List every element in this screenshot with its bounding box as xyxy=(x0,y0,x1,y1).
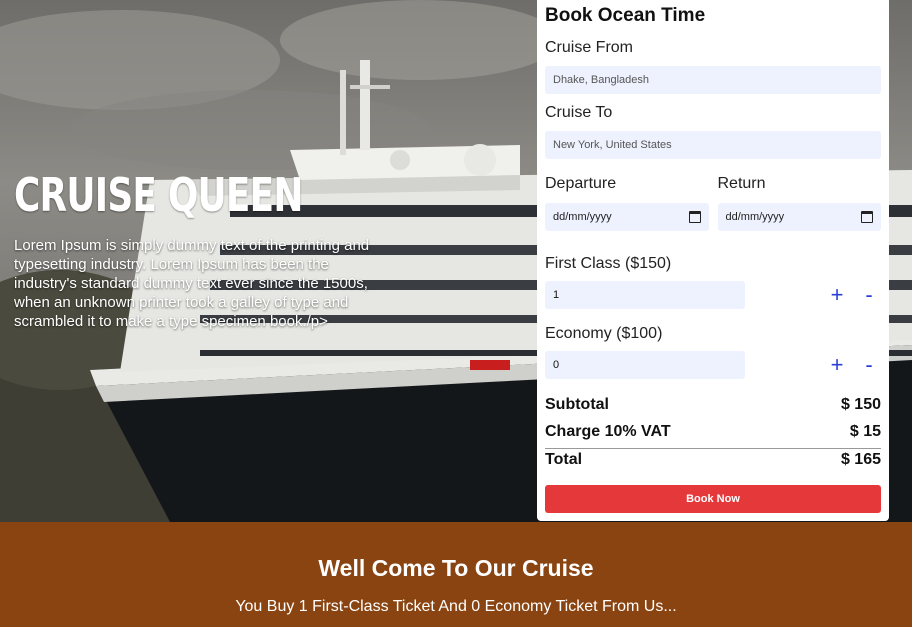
hero-description: Lorem Ipsum is simply dummy text of the … xyxy=(14,237,370,330)
date-row: Departure dd/mm/yyyy Return dd/mm/yyyy xyxy=(545,174,881,231)
return-date-input[interactable]: dd/mm/yyyy xyxy=(717,203,881,231)
welcome-subtitle: You Buy 1 First-Class Ticket And 0 Econo… xyxy=(235,598,677,615)
first-class-quantity-input[interactable]: 1 xyxy=(545,281,745,309)
departure-group: Departure dd/mm/yyyy xyxy=(545,174,709,231)
economy-quantity-input[interactable]: 0 xyxy=(545,351,745,379)
cruise-from-input[interactable]: Dhake, Bangladesh xyxy=(545,66,881,94)
economy-minus-button[interactable]: - xyxy=(857,354,881,376)
total-row: Total $ 165 xyxy=(545,450,881,470)
first-class-row: 1 + - xyxy=(545,281,881,309)
hero-text-block: CRUISE QUEEN Lorem Ipsum is simply dummy… xyxy=(14,168,374,331)
return-group: Return dd/mm/yyyy xyxy=(717,174,881,231)
economy-label: Economy ($100) xyxy=(545,325,663,342)
first-class-minus-button[interactable]: - xyxy=(857,284,881,306)
departure-date-placeholder: dd/mm/yyyy xyxy=(553,211,612,223)
cruise-to-input[interactable]: New York, United States xyxy=(545,131,881,159)
calendar-icon[interactable] xyxy=(861,211,873,223)
economy-plus-button[interactable]: + xyxy=(825,354,849,376)
cruise-from-label: Cruise From xyxy=(545,39,634,56)
total-label: Total xyxy=(545,451,583,468)
welcome-title: Well Come To Our Cruise xyxy=(318,555,594,581)
total-divider xyxy=(545,448,881,449)
economy-row: 0 + - xyxy=(545,351,881,379)
departure-label: Departure xyxy=(545,175,617,192)
total-value: $ 165 xyxy=(840,451,881,468)
departure-date-input[interactable]: dd/mm/yyyy xyxy=(545,203,709,231)
first-class-label: First Class ($150) xyxy=(545,255,672,272)
first-class-plus-button[interactable]: + xyxy=(825,284,849,306)
cruise-to-label: Cruise To xyxy=(545,104,613,121)
return-date-placeholder: dd/mm/yyyy xyxy=(725,211,785,223)
booking-title: Book Ocean Time xyxy=(545,5,706,26)
subtotal-label: Subtotal xyxy=(545,396,609,413)
book-now-button[interactable]: Book Now xyxy=(545,485,881,513)
booking-card: Book Ocean Time Cruise From Dhake, Bangl… xyxy=(537,0,889,521)
vat-label: Charge 10% VAT xyxy=(545,423,671,440)
calendar-icon[interactable] xyxy=(688,211,701,223)
subtotal-row: Subtotal $ 150 xyxy=(545,395,881,415)
hero-title: CRUISE QUEEN xyxy=(14,168,303,222)
subtotal-value: $ 150 xyxy=(840,396,881,413)
vat-value: $ 15 xyxy=(849,423,881,440)
welcome-section: Well Come To Our Cruise You Buy 1 First-… xyxy=(0,522,912,627)
vat-row: Charge 10% VAT $ 15 xyxy=(545,422,881,442)
return-label: Return xyxy=(717,175,766,192)
